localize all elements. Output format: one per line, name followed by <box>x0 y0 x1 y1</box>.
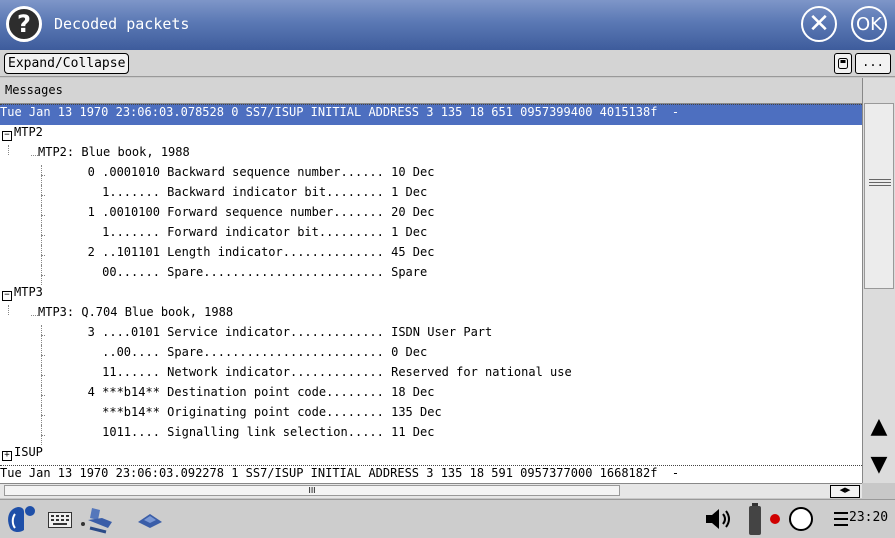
start-menu-icon[interactable] <box>4 504 38 534</box>
horizontal-scroll-arrows[interactable]: ◀▶ <box>830 485 860 498</box>
field-text: 3 ....0101 Service indicator............… <box>66 325 493 339</box>
vertical-scrollbar[interactable]: ▲ ▼ <box>862 78 895 483</box>
packet-message-row[interactable]: Tue Jan 13 1970 23:06:03.078528 0 SS7/IS… <box>0 104 862 125</box>
horizontal-scrollbar[interactable]: III ◀▶ <box>0 483 862 498</box>
tree-field-row[interactable]: 1....... Forward indicator bit......... … <box>0 225 862 245</box>
tree-field-row[interactable]: 4 ***b14** Destination point code.......… <box>0 385 862 405</box>
expand-collapse-button[interactable]: Expand/Collapse <box>4 53 130 74</box>
packet-list[interactable]: Messages Tue Jan 13 1970 23:06:03.078528… <box>0 78 862 483</box>
tree-connector <box>41 205 42 225</box>
save-button[interactable] <box>834 53 852 74</box>
window-title: Decoded packets <box>54 15 190 33</box>
volume-icon[interactable] <box>704 506 734 532</box>
tree-connector <box>41 325 42 345</box>
taskbar: 23:20 <box>0 499 895 538</box>
packet-summary: Tue Jan 13 1970 23:06:03.078528 0 SS7/IS… <box>0 105 680 119</box>
field-text: 1....... Forward indicator bit......... … <box>66 225 428 239</box>
keyboard-icon[interactable] <box>48 512 72 528</box>
tree-field-row[interactable]: 2 ..101101 Length indicator.............… <box>0 245 862 265</box>
scroll-down-button[interactable]: ▼ <box>865 449 893 479</box>
tree-field-row[interactable]: ***b14** Originating point code........ … <box>0 405 862 425</box>
tree-group-mtp2[interactable]: − MTP2 <box>0 125 862 145</box>
tree-connector <box>8 305 9 315</box>
field-text: 4 ***b14** Destination point code.......… <box>66 385 435 399</box>
tree-connector <box>41 265 42 285</box>
tree-connector <box>31 155 38 156</box>
packet-message-row[interactable]: Tue Jan 13 1970 23:06:03.092278 1 SS7/IS… <box>0 465 862 483</box>
field-text: 00...... Spare......................... … <box>66 265 428 279</box>
grip-line <box>869 185 891 186</box>
more-button[interactable]: ... <box>855 53 891 74</box>
tree-field-row[interactable]: 1011.... Signalling link selection..... … <box>0 425 862 445</box>
messages-header: Messages <box>0 78 862 104</box>
tree-connector <box>41 405 42 425</box>
tree-field-row[interactable]: 00...... Spare......................... … <box>0 265 862 285</box>
tree-group-label: ISUP <box>14 445 43 459</box>
tree-connector <box>41 365 42 385</box>
field-text: 1 .0010100 Forward sequence number......… <box>66 205 435 219</box>
expand-icon[interactable]: + <box>2 451 12 461</box>
tree-node-label: MTP2: Blue book, 1988 <box>38 145 190 159</box>
tree-connector <box>41 345 42 365</box>
field-text: 1011.... Signalling link selection..... … <box>66 425 435 439</box>
grip-line <box>869 182 891 183</box>
tree-field-row[interactable]: 1....... Backward indicator bit........ … <box>0 185 862 205</box>
collapse-icon[interactable]: − <box>2 131 12 141</box>
power-icon[interactable] <box>788 506 814 532</box>
tree-protocol-node[interactable]: MTP2: Blue book, 1988 <box>0 145 862 165</box>
tree-field-row[interactable]: ..00.... Spare......................... … <box>0 345 862 365</box>
tree-field-row[interactable]: 11...... Network indicator............. … <box>0 365 862 385</box>
tree-connector <box>41 165 42 185</box>
tree-group-isup[interactable]: + ISUP <box>0 445 862 465</box>
packet-summary: Tue Jan 13 1970 23:06:03.092278 1 SS7/IS… <box>0 466 680 480</box>
tree-protocol-node[interactable]: MTP3: Q.704 Blue book, 1988 <box>0 305 862 325</box>
field-text: 0 .0001010 Backward sequence number.....… <box>66 165 435 179</box>
tree-connector <box>41 185 42 205</box>
tree-group-label: MTP2 <box>14 125 43 139</box>
scroll-up-button[interactable]: ▲ <box>865 411 893 441</box>
close-button[interactable]: ✕ <box>801 6 837 42</box>
tree-field-row[interactable]: 3 ....0101 Service indicator............… <box>0 325 862 345</box>
field-text: ***b14** Originating point code........ … <box>66 405 442 419</box>
clock: 23:20 <box>849 510 889 525</box>
field-text: ..00.... Spare......................... … <box>66 345 428 359</box>
field-text: 11...... Network indicator............. … <box>66 365 572 379</box>
close-icon: ✕ <box>808 9 830 39</box>
title-bar: ? Decoded packets ✕ OK <box>0 0 895 50</box>
vertical-scroll-thumb[interactable] <box>864 103 894 289</box>
horizontal-scroll-thumb[interactable]: III <box>4 485 620 496</box>
ok-button[interactable]: OK <box>851 6 887 42</box>
save-icon <box>838 58 848 69</box>
tree-field-row[interactable]: 1 .0010100 Forward sequence number......… <box>0 205 862 225</box>
tree-node-label: MTP3: Q.704 Blue book, 1988 <box>38 305 234 319</box>
up-arrow-icon: ▲ <box>870 413 888 439</box>
collapse-icon[interactable]: − <box>2 291 12 301</box>
tree-connector <box>41 245 42 265</box>
tree-field-row[interactable]: 0 .0001010 Backward sequence number.....… <box>0 165 862 185</box>
tree-connector <box>41 425 42 445</box>
handwriting-icon[interactable] <box>78 506 118 534</box>
help-button[interactable]: ? <box>6 6 42 42</box>
tree-connector <box>41 225 42 245</box>
tree-connector <box>8 145 9 155</box>
toolbar: Expand/Collapse ... <box>0 50 895 77</box>
field-text: 2 ..101101 Length indicator.............… <box>66 245 435 259</box>
down-arrow-icon: ▼ <box>870 451 888 477</box>
grip-line <box>869 179 891 180</box>
battery-icon <box>749 503 761 535</box>
tree-group-label: MTP3 <box>14 285 43 299</box>
launcher-icon[interactable] <box>136 510 164 530</box>
menu-icon[interactable] <box>834 511 848 527</box>
record-icon[interactable] <box>769 513 781 525</box>
packet-tree: Tue Jan 13 1970 23:06:03.078528 0 SS7/IS… <box>0 104 862 483</box>
tree-connector <box>31 315 38 316</box>
tree-group-mtp3[interactable]: − MTP3 <box>0 285 862 305</box>
field-text: 1....... Backward indicator bit........ … <box>66 185 428 199</box>
tree-connector <box>41 385 42 405</box>
